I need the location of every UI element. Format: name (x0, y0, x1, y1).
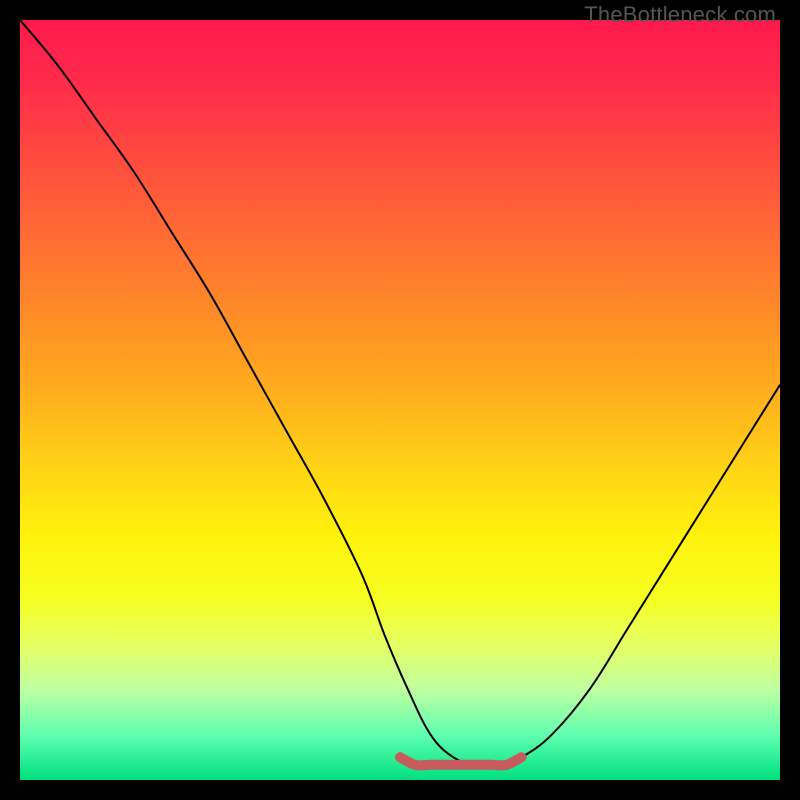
chart-plot-area (20, 20, 780, 780)
bottleneck-curve-path (20, 20, 780, 766)
chart-svg (20, 20, 780, 780)
watermark-text: TheBottleneck.com (584, 2, 776, 28)
highlight-segment-path (400, 757, 522, 765)
